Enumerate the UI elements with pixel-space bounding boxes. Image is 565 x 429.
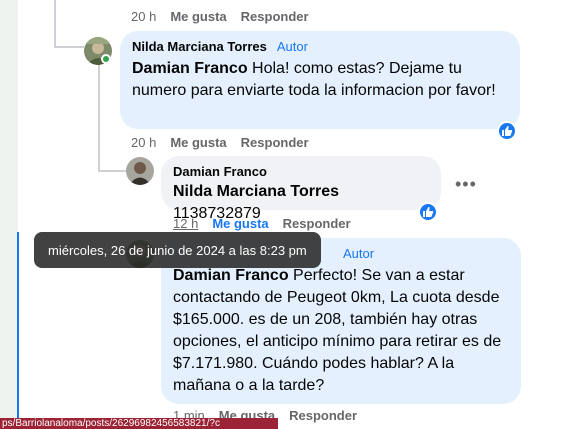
avatar[interactable] [126,157,154,185]
comment-text: Damian Franco Perfecto! Se van a estar c… [173,267,502,394]
comment-time[interactable]: 12 h [173,216,198,231]
comment-author[interactable]: Damian Franco [173,164,267,179]
comment-time[interactable]: 20 h [131,9,156,24]
reply-button[interactable]: Responder [283,216,351,231]
like-button[interactable]: Me gusta [170,9,226,24]
highlight-line [17,232,19,429]
like-reaction-icon[interactable] [497,121,517,141]
timestamp-tooltip: miércoles, 26 de junio de 2024 a las 8:2… [34,232,321,268]
mention-link[interactable]: Damian Franco [173,267,289,284]
comment-bubble: Damian Franco Nilda Marciana Torres 1138… [161,156,441,222]
comment-nilda-actions: 20 h Me gusta Responder [131,135,309,150]
left-edge-strip [0,0,18,429]
thread-connector [54,0,56,48]
comment-time[interactable]: 20 h [131,135,156,150]
comment-author[interactable]: Nilda Marciana Torres [132,39,267,54]
comments-panel: 20 h Me gusta Responder Nilda Marciana T… [0,0,565,429]
thread-connector [98,64,100,172]
status-url-bar: ps/Barriolanaloma/posts/2629698245658382… [0,418,278,429]
reply-button[interactable]: Responder [241,9,309,24]
online-status-dot [101,54,111,64]
like-button[interactable]: Me gusta [170,135,226,150]
comment-damian-actions: 12 h Me gusta Responder [173,216,351,231]
comment-bubble: Nilda Marciana Torres Autor Damian Franc… [120,31,520,129]
reply-button[interactable]: Responder [241,135,309,150]
mention-link[interactable]: Damian Franco [132,60,248,77]
like-reaction-icon[interactable] [418,202,438,222]
author-badge: Autor [343,246,375,261]
more-options-icon[interactable]: ••• [455,174,477,195]
reply-button[interactable]: Responder [289,408,357,423]
mention-link[interactable]: Nilda Marciana Torres [173,183,339,200]
comment-top-actions: 20 h Me gusta Responder [131,9,309,24]
thread-connector [54,46,84,48]
thread-connector [98,170,126,172]
like-button[interactable]: Me gusta [212,216,268,231]
comment-text: Damian Franco Hola! como estas? Dejame t… [132,60,496,99]
author-badge: Autor [276,39,308,54]
